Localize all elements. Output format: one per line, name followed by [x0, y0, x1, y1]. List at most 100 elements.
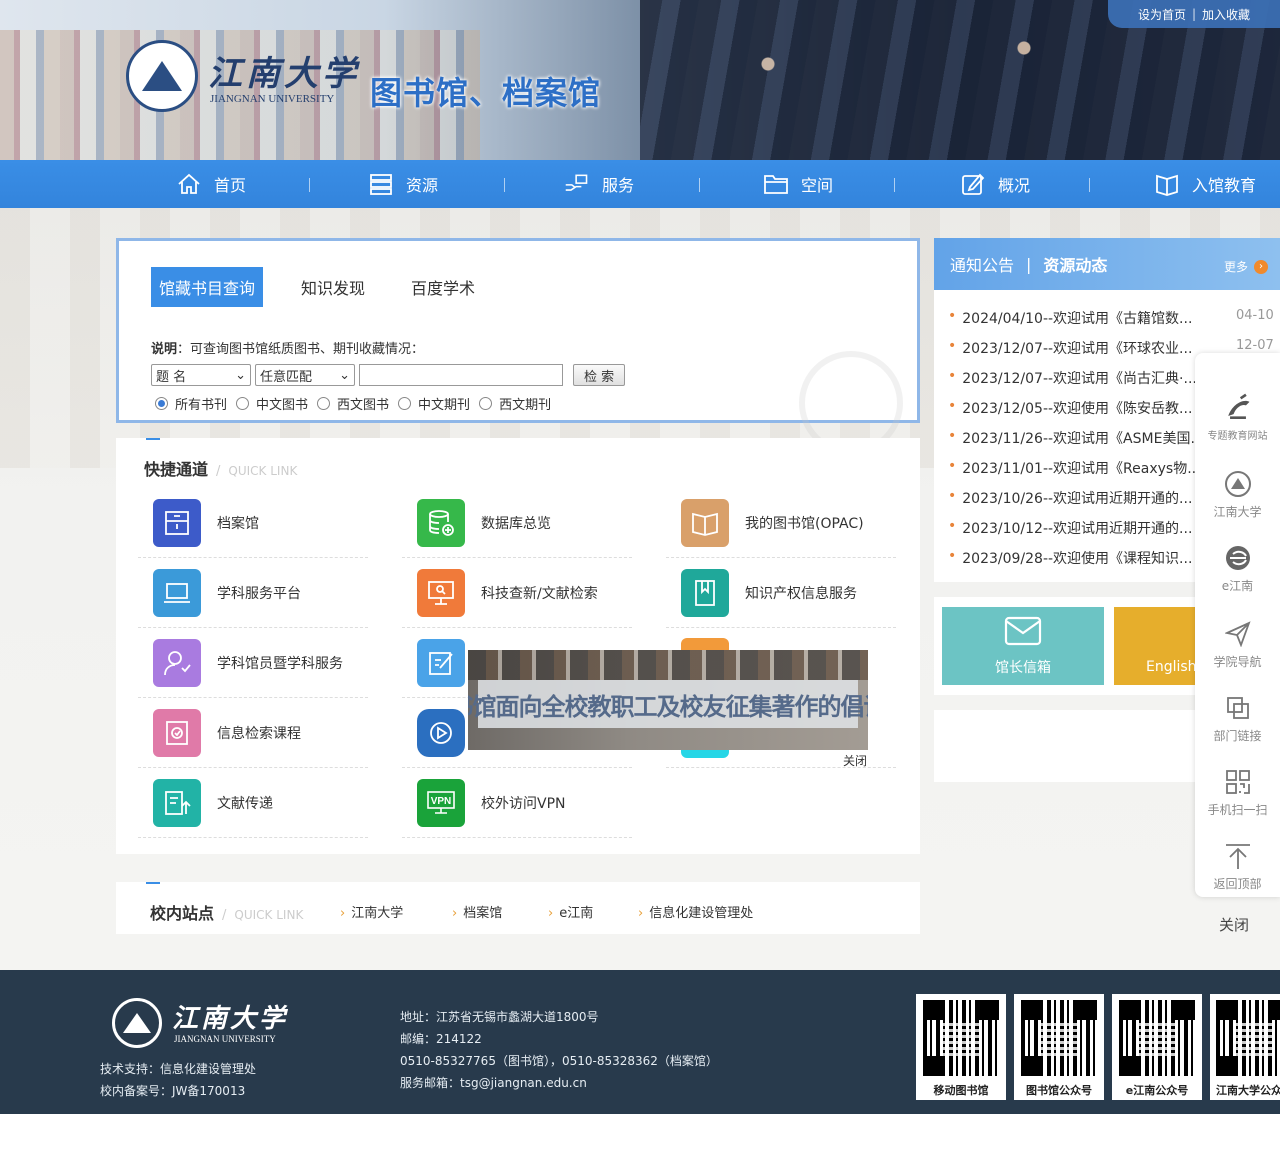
director-mailbox-card[interactable]: 馆长信箱	[942, 607, 1104, 685]
monitor-search-icon	[417, 568, 465, 617]
radio-west-books[interactable]: 西文图书	[317, 394, 389, 413]
nav-item-home[interactable]: 首页	[176, 160, 246, 208]
float-item-mobile-scan[interactable]: 手机扫一扫	[1195, 767, 1280, 818]
nav-item-space[interactable]: 空间	[763, 160, 833, 208]
search-input[interactable]	[359, 364, 563, 386]
quick-link-database[interactable]: 数据库总览	[402, 488, 632, 558]
notice-title: 2023/10/26--欢迎试用近期开通的...	[962, 491, 1193, 507]
bullet-icon: •	[948, 308, 957, 324]
quick-link-subject-platform[interactable]: 学科服务平台	[138, 558, 368, 628]
popup-close-button[interactable]: 关闭	[843, 752, 867, 769]
section-title-text: 校内站点	[150, 904, 215, 923]
tab-divider: |	[1026, 254, 1032, 274]
float-item-education[interactable]: 专题教育网站	[1195, 393, 1280, 442]
mail-icon	[1003, 615, 1043, 651]
send-icon	[1223, 619, 1253, 649]
radio-west-journals[interactable]: 西文期刊	[479, 394, 551, 413]
tab-discovery[interactable]: 知识发现	[293, 267, 373, 307]
site-link-label: e江南	[559, 906, 594, 921]
quick-link-retrieval-course[interactable]: 信息检索课程	[138, 698, 368, 768]
notice-header: 通知公告 | 资源动态 更多 ›	[934, 238, 1280, 290]
site-link-archive[interactable]: › 档案馆	[452, 902, 502, 921]
set-homepage-link[interactable]: 设为首页	[1138, 6, 1186, 23]
radio-label: 西文图书	[337, 398, 390, 413]
title-slash: /	[222, 908, 227, 923]
field-select[interactable]: 题 名 ⌄	[151, 364, 251, 386]
quick-link-label: 科技查新/文献检索	[481, 585, 598, 602]
qrcode-image	[923, 1000, 999, 1076]
nav-item-orientation[interactable]: 入馆教育	[1154, 160, 1256, 208]
database-add-icon	[417, 498, 465, 547]
radio-cn-journals[interactable]: 中文期刊	[398, 394, 470, 413]
site-link-ejiangnan[interactable]: › e江南	[548, 902, 593, 921]
qr-label: 移动图书馆	[933, 1084, 989, 1097]
tab-catalog[interactable]: 馆藏书目查询	[151, 267, 264, 307]
tab-baidu-scholar[interactable]: 百度学术	[403, 267, 483, 307]
e-logo-icon	[1223, 543, 1253, 573]
qr-label: 图书馆公众号	[1026, 1084, 1092, 1097]
bookmark-book-icon	[681, 568, 729, 617]
notice-title: 2024/04/10--欢迎试用《古籍馆数...	[962, 311, 1193, 327]
float-close-button[interactable]: 关闭	[1219, 914, 1249, 935]
float-item-ejiangnan[interactable]: e江南	[1195, 543, 1280, 594]
announcement-popup[interactable]: 图书馆面向全校教职工及校友征集著作的倡议书	[468, 650, 868, 750]
quick-link-vpn[interactable]: VPN 校外访问VPN	[402, 768, 632, 838]
float-label: 江南大学	[1213, 505, 1262, 519]
play-icon	[417, 708, 465, 757]
search-button[interactable]: 检 索	[573, 364, 626, 386]
add-favorite-link[interactable]: 加入收藏	[1202, 6, 1250, 23]
back-top-icon	[1223, 841, 1253, 871]
radio-dot[interactable]	[398, 397, 412, 410]
nav-item-overview[interactable]: 概况	[960, 160, 1030, 208]
radio-dot[interactable]	[155, 397, 168, 410]
notice-item[interactable]: • 2024/04/10--欢迎试用《古籍馆数... 04-10	[948, 308, 1278, 328]
notice-title: 2023/10/12--欢迎试用近期开通的...	[962, 521, 1193, 537]
qrcode-image	[1119, 1000, 1195, 1076]
quick-link-archive[interactable]: 档案馆	[138, 488, 368, 558]
footer-logo-cn: 江南大学	[172, 1004, 289, 1034]
quick-link-novelty-search[interactable]: 科技查新/文献检索	[402, 558, 632, 628]
university-logo-seal[interactable]	[126, 40, 198, 112]
qr-university-wechat: 江南大学公众号	[1210, 994, 1280, 1100]
quick-link-doc-delivery[interactable]: 文献传递	[138, 768, 368, 838]
quick-link-ip-service[interactable]: 知识产权信息服务	[666, 558, 896, 628]
tab-notices[interactable]: 通知公告	[950, 252, 1014, 276]
nav-item-services[interactable]: 服务	[564, 160, 634, 208]
desc-label: 说明	[151, 342, 178, 357]
radio-dot[interactable]	[236, 397, 250, 410]
more-link[interactable]: 更多 ›	[1224, 258, 1268, 275]
quick-link-label: 我的图书馆(OPAC)	[745, 515, 864, 532]
chevron-down-icon: ⌄	[339, 367, 350, 383]
quick-link-opac[interactable]: 我的图书馆(OPAC)	[666, 488, 896, 558]
radio-dot[interactable]	[317, 397, 331, 410]
quick-links-panel: 快捷通道 / QUICK LINK 档案馆 数据库总览 我的图书馆(OPAC) 学科…	[116, 438, 920, 854]
radio-cn-books[interactable]: 中文图书	[236, 394, 308, 413]
edit-doc-icon	[417, 638, 465, 687]
vpn-icon: VPN	[417, 778, 465, 827]
tab-resource-news[interactable]: 资源动态	[1043, 252, 1107, 276]
nav-item-resources[interactable]: 资源	[368, 160, 438, 208]
search-row: 题 名 ⌄ 任意匹配 ⌄ 检 索	[151, 364, 626, 386]
float-item-college-nav[interactable]: 学院导航	[1195, 619, 1280, 670]
float-label: e江南	[1221, 579, 1254, 593]
float-item-back-top[interactable]: 返回顶部	[1195, 841, 1280, 892]
notice-date: 12-07	[1236, 338, 1274, 353]
float-item-university[interactable]: 江南大学	[1195, 469, 1280, 520]
doc-upload-icon	[153, 778, 201, 827]
radio-all[interactable]: 所有书刊	[155, 394, 227, 413]
float-item-dept-links[interactable]: 部门链接	[1195, 693, 1280, 744]
quick-link-subject-librarian[interactable]: 学科馆员暨学科服务	[138, 628, 368, 698]
desc-text: ：可查询图书馆纸质图书、期刊收藏情况：	[177, 342, 425, 357]
database-icon	[368, 171, 394, 197]
radio-dot[interactable]	[479, 397, 493, 410]
site-link-jiangnan[interactable]: › 江南大学	[340, 902, 403, 921]
site-link-label: 江南大学	[351, 906, 404, 921]
bullet-icon: •	[948, 368, 957, 384]
qr-library-wechat: 图书馆公众号	[1014, 994, 1104, 1100]
site-link-it-office[interactable]: › 信息化建设管理处	[638, 902, 753, 921]
match-select[interactable]: 任意匹配 ⌄	[255, 364, 355, 386]
qr-label: e江南公众号	[1125, 1084, 1189, 1097]
site-link-label: 信息化建设管理处	[649, 906, 754, 921]
title-slash: /	[216, 464, 221, 479]
logo-cn-text[interactable]: 江南大学	[208, 46, 360, 95]
